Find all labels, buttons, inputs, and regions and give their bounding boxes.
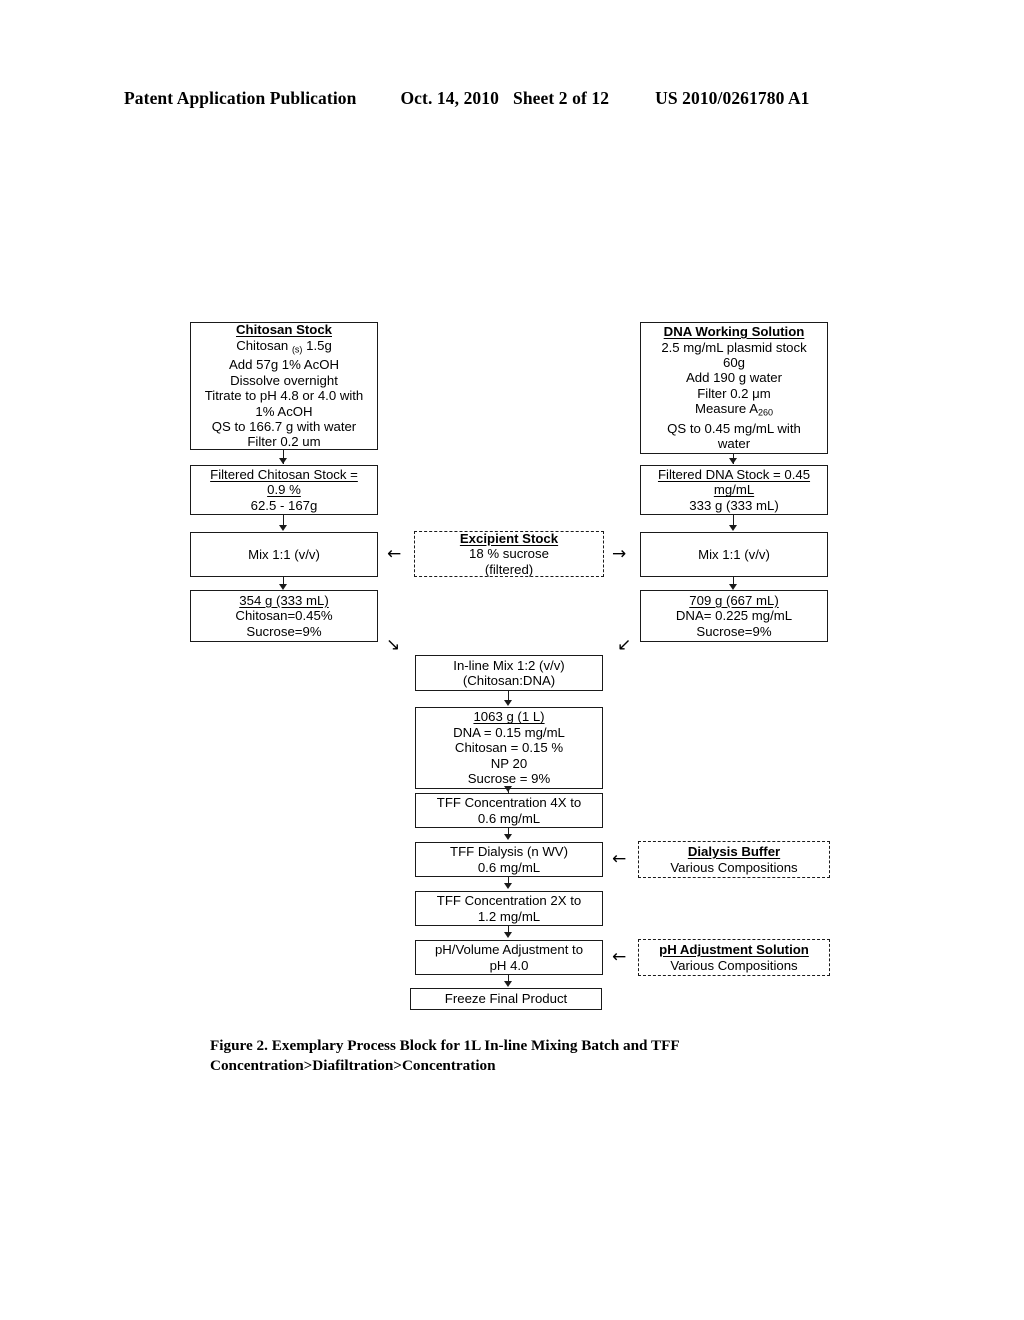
arrow-dna-result-to-inline-mix: ↙ <box>617 635 632 655</box>
excipient-stock-line-1: 18 % sucrose <box>469 546 549 562</box>
chitosan-stock-line-2: Add 57g 1% AcOH <box>229 357 339 373</box>
arrow-dialysis-buffer-to-tff-dialysis: ← <box>612 849 627 869</box>
node-ph-adjustment-solution: pH Adjustment Solution Various Compositi… <box>638 939 830 976</box>
tff-conc-2x-line-2: 1.2 mg/mL <box>477 908 541 924</box>
arrow-ph-solution-to-ph-adjustment: ← <box>612 947 627 967</box>
sheet-number: Sheet 2 of 12 <box>512 88 610 108</box>
node-tff-dialysis: TFF Dialysis (n WV) 0.6 mg/mL <box>415 842 603 877</box>
chitosan-stock-line-3: Dissolve overnight <box>230 372 338 388</box>
chitosan-result-line-2: Chitosan=0.45% <box>235 608 333 624</box>
freeze-final-product-label: Freeze Final Product <box>444 991 568 1007</box>
filtered-chitosan-line-2: 0.9 % <box>267 482 301 498</box>
filtered-chitosan-line-1: Filtered Chitosan Stock = <box>210 466 358 482</box>
excipient-stock-line-2: (filtered) <box>484 561 534 577</box>
chitosan-stock-line-1: Chitosan (s) 1.5g <box>236 337 332 355</box>
patent-number: US 2010/0261780 A1 <box>655 88 810 108</box>
dialysis-buffer-line-1: Various Compositions <box>670 859 798 875</box>
chitosan-stock-line-5: 1% AcOH <box>255 403 313 419</box>
arrowhead-tff4x-to-dialysis <box>504 834 512 840</box>
filtered-dna-line-3: 333 g (333 mL) <box>689 497 779 513</box>
ph-adjustment-line-2: pH 4.0 <box>489 957 529 973</box>
arrowhead-chitosan-to-filtered <box>279 458 287 464</box>
tff-conc-2x-line-1: TFF Concentration 2X to <box>436 893 582 909</box>
chitosan-stock-line-4: Titrate to pH 4.8 or 4.0 with <box>204 388 364 404</box>
arrow-excipient-to-mix-right: → <box>612 544 627 564</box>
arrowhead-dna-to-filtered <box>729 458 737 464</box>
inline-mix-line-2: (Chitosan:DNA) <box>462 673 556 688</box>
dna-working-solution-title: DNA Working Solution <box>663 324 805 340</box>
node-dna-result: 709 g (667 mL) DNA= 0.225 mg/mL Sucrose=… <box>640 590 828 642</box>
dna-working-solution-line-2: 60g <box>722 354 745 370</box>
node-chitosan-result: 354 g (333 mL) Chitosan=0.45% Sucrose=9% <box>190 590 378 642</box>
inline-mix-line-1: In-line Mix 1:2 (v/v) <box>453 657 565 673</box>
node-ph-volume-adjustment: pH/Volume Adjustment to pH 4.0 <box>415 940 603 975</box>
chitosan-stock-title: Chitosan Stock <box>236 322 332 338</box>
arrowhead-combined-to-tff4x <box>504 786 512 792</box>
combined-result-line-2: DNA = 0.15 mg/mL <box>453 724 565 740</box>
node-filtered-chitosan-stock: Filtered Chitosan Stock = 0.9 % 62.5 - 1… <box>190 465 378 515</box>
filtered-dna-line-1: Filtered DNA Stock = 0.45 <box>657 466 811 482</box>
dna-working-solution-line-4: Filter 0.2 μm <box>697 385 771 401</box>
page-header: Patent Application Publication Oct. 14, … <box>124 88 900 114</box>
node-tff-concentration-2x: TFF Concentration 2X to 1.2 mg/mL <box>415 891 603 926</box>
dna-working-solution-line-6: QS to 0.45 mg/mL with <box>667 421 801 437</box>
excipient-stock-title: Excipient Stock <box>459 530 559 546</box>
combined-result-line-3: Chitosan = 0.15 % <box>454 740 564 756</box>
node-dna-working-solution: DNA Working Solution 2.5 mg/mL plasmid s… <box>640 322 828 454</box>
tff-conc-4x-line-1: TFF Concentration 4X to <box>436 795 582 811</box>
figure-caption: Figure 2. Exemplary Process Block for 1L… <box>210 1036 830 1076</box>
ph-adjustment-solution-title: pH Adjustment Solution <box>659 942 809 958</box>
ph-adjustment-line-1: pH/Volume Adjustment to <box>434 942 584 958</box>
dialysis-buffer-title: Dialysis Buffer <box>687 844 781 860</box>
arrowhead-ph-to-freeze <box>504 981 512 987</box>
dna-result-line-3: Sucrose=9% <box>696 623 772 639</box>
process-flow-diagram: Chitosan Stock Chitosan (s) 1.5g Add 57g… <box>0 0 1024 1320</box>
ph-adjustment-solution-line-1: Various Compositions <box>670 957 798 973</box>
tff-conc-4x-line-2: 0.6 mg/mL <box>477 810 541 826</box>
node-excipient-stock: Excipient Stock 18 % sucrose (filtered) <box>414 531 604 577</box>
arrow-chitosan-result-to-inline-mix: ↘ <box>386 635 401 655</box>
dna-working-solution-line-1: 2.5 mg/mL plasmid stock <box>661 339 807 355</box>
dna-result-line-1: 709 g (667 mL) <box>689 592 779 608</box>
figure-caption-line-2: Concentration>Diafiltration>Concentratio… <box>210 1057 496 1074</box>
arrowhead-dialysis-to-tff2x <box>504 883 512 889</box>
node-chitosan-stock: Chitosan Stock Chitosan (s) 1.5g Add 57g… <box>190 322 378 450</box>
node-combined-result: 1063 g (1 L) DNA = 0.15 mg/mL Chitosan =… <box>415 707 603 789</box>
figure-caption-line-1: Figure 2. Exemplary Process Block for 1L… <box>210 1037 680 1054</box>
node-inline-mix: In-line Mix 1:2 (v/v) (Chitosan:DNA) <box>415 655 603 691</box>
tff-dialysis-line-1: TFF Dialysis (n WV) <box>450 844 568 860</box>
tff-dialysis-line-2: 0.6 mg/mL <box>477 859 541 875</box>
chitosan-stock-line-6: QS to 166.7 g with water <box>211 419 357 435</box>
dna-working-solution-line-5: Measure A260 <box>694 401 774 418</box>
filtered-dna-line-2: mg/mL <box>713 482 755 498</box>
arrowhead-inline-mix-to-combined <box>504 700 512 706</box>
node-tff-concentration-4x: TFF Concentration 4X to 0.6 mg/mL <box>415 793 603 828</box>
filtered-chitosan-line-3: 62.5 - 167g <box>250 497 318 513</box>
node-mix-left: Mix 1:1 (v/v) <box>190 532 378 577</box>
node-freeze-final-product: Freeze Final Product <box>410 988 602 1010</box>
publication-title: Patent Application Publication <box>124 88 357 108</box>
mix-right-label: Mix 1:1 (v/v) <box>698 546 770 562</box>
chitosan-stock-line-7: Filter 0.2 um <box>247 434 321 450</box>
combined-result-line-5: Sucrose = 9% <box>467 771 551 787</box>
node-filtered-dna-stock: Filtered DNA Stock = 0.45 mg/mL 333 g (3… <box>640 465 828 515</box>
combined-result-line-4: NP 20 <box>490 755 528 771</box>
chitosan-result-line-3: Sucrose=9% <box>246 623 322 639</box>
node-mix-right: Mix 1:1 (v/v) <box>640 532 828 577</box>
dna-working-solution-line-7: water <box>717 436 751 452</box>
arrowhead-filtered-dna-to-mix <box>729 525 737 531</box>
chitosan-result-line-1: 354 g (333 mL) <box>239 592 329 608</box>
arrowhead-filtered-chitosan-to-mix <box>279 525 287 531</box>
arrow-excipient-to-mix-left: ← <box>387 544 402 564</box>
node-dialysis-buffer: Dialysis Buffer Various Compositions <box>638 841 830 878</box>
combined-result-line-1: 1063 g (1 L) <box>473 709 545 725</box>
dna-working-solution-line-3: Add 190 g water <box>685 370 783 386</box>
mix-left-label: Mix 1:1 (v/v) <box>248 546 320 562</box>
arrowhead-tff2x-to-ph <box>504 932 512 938</box>
dna-result-line-2: DNA= 0.225 mg/mL <box>675 608 793 624</box>
publication-date: Oct. 14, 2010 <box>400 88 499 108</box>
